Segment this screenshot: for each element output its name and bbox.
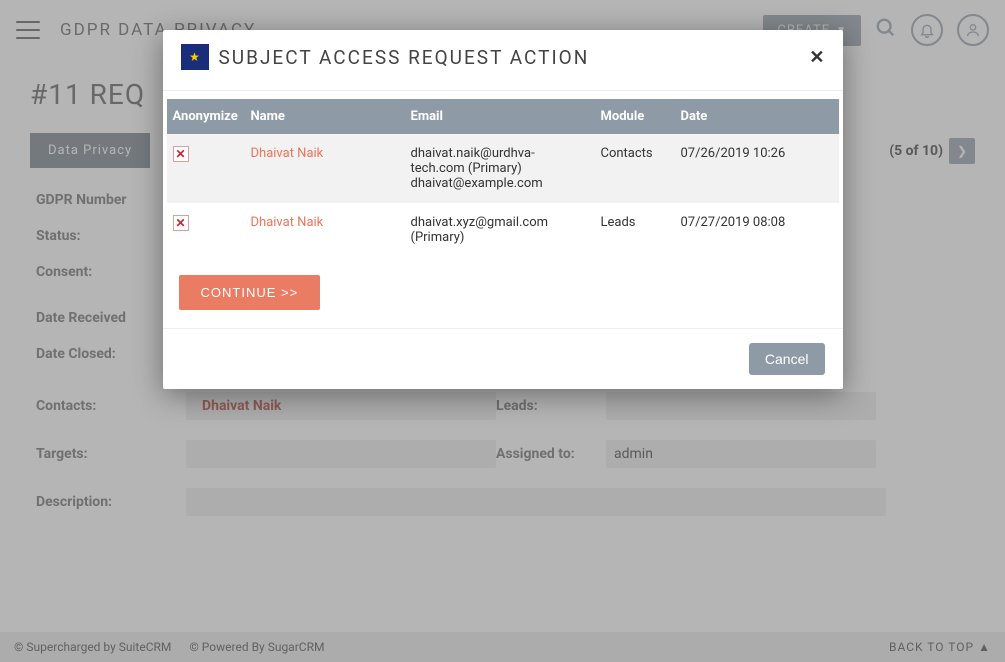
cancel-button[interactable]: Cancel: [749, 343, 825, 375]
module-value: Contacts: [595, 134, 675, 203]
modal-overlay: ★ SUBJECT ACCESS REQUEST ACTION ✕ Anonym…: [0, 0, 1005, 662]
email-primary: dhaivat.naik@urdhva-tech.com (Primary): [411, 146, 589, 176]
close-icon[interactable]: ✕: [809, 47, 824, 68]
table-row: ✕ Dhaivat Naik dhaivat.naik@urdhva-tech.…: [167, 134, 839, 203]
sar-table: Anonymize Name Email Module Date ✕ Dhaiv…: [167, 99, 839, 257]
email-primary: dhaivat.xyz@gmail.com (Primary): [411, 215, 589, 245]
col-email: Email: [405, 99, 595, 134]
col-name: Name: [245, 99, 405, 134]
eu-flag-icon: ★: [181, 44, 209, 70]
col-module: Module: [595, 99, 675, 134]
record-name-link[interactable]: Dhaivat Naik: [251, 215, 324, 230]
anonymize-toggle[interactable]: ✕: [173, 215, 189, 231]
module-value: Leads: [595, 203, 675, 257]
continue-button[interactable]: CONTINUE >>: [179, 275, 321, 310]
col-anonymize: Anonymize: [167, 99, 245, 134]
col-date: Date: [675, 99, 839, 134]
sar-action-modal: ★ SUBJECT ACCESS REQUEST ACTION ✕ Anonym…: [163, 30, 843, 389]
record-name-link[interactable]: Dhaivat Naik: [251, 146, 324, 161]
date-value: 07/26/2019 10:26: [675, 134, 839, 203]
table-row: ✕ Dhaivat Naik dhaivat.xyz@gmail.com (Pr…: [167, 203, 839, 257]
email-secondary: dhaivat@example.com: [411, 176, 589, 191]
date-value: 07/27/2019 08:08: [675, 203, 839, 257]
modal-title: SUBJECT ACCESS REQUEST ACTION: [219, 46, 590, 69]
anonymize-toggle[interactable]: ✕: [173, 146, 189, 162]
